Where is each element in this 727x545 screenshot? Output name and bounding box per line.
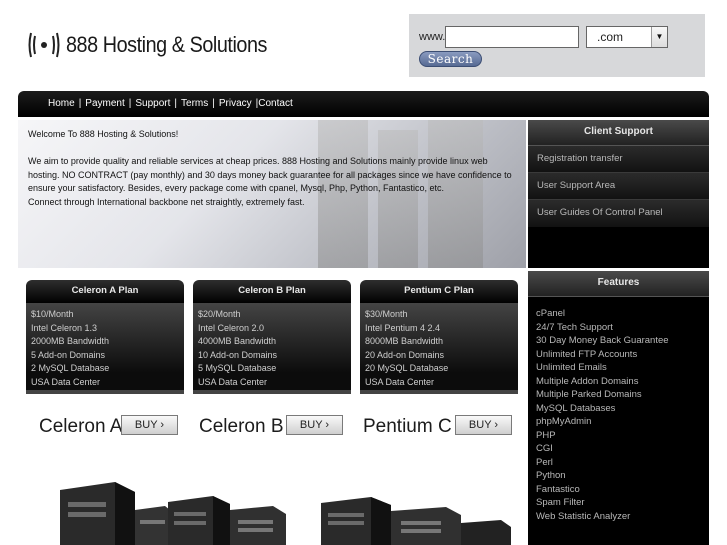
welcome-title: Welcome To 888 Hosting & Solutions! [28,129,179,139]
features-title: Features [528,271,709,297]
header: 888 Hosting & Solutions www. .com ▼ Sear… [0,0,727,90]
domain-input[interactable] [445,26,579,48]
plan-addon-domains: 20 Add-on Domains [365,349,445,360]
search-button[interactable]: Search [419,51,482,67]
support-link-user-support-area[interactable]: User Support Area [528,173,709,200]
site-name: 888 Hosting & Solutions [66,32,267,57]
client-support-panel: Client Support Registration transfer Use… [528,120,709,268]
server-tower-image [168,496,286,545]
buy-label-pentium-c: Pentium C [363,416,452,437]
main-nav: Home | Payment | Support | Terms | Privacy |Conta… [18,91,709,117]
client-support-title: Client Support [528,120,709,146]
plan-title: Celeron B Plan [193,280,351,303]
feature-item: 30 Day Money Back Guarantee [536,335,669,346]
welcome-paragraph: Connect through International backbone n… [28,196,305,207]
plan-bandwidth: 8000MB Bandwidth [365,336,444,347]
feature-item: CGI [536,443,553,454]
feature-item: Multiple Parked Domains [536,389,642,400]
plan-bandwidth: 2000MB Bandwidth [31,336,110,347]
feature-item: Spam Filter [536,497,585,508]
domain-search-panel: www. .com ▼ Search [409,14,705,77]
welcome-panel: Welcome To 888 Hosting & Solutions! We a… [18,120,526,268]
dropdown-arrow-icon: ▼ [651,27,667,47]
server-tower-image [321,497,511,545]
nav-privacy[interactable]: Privacy [219,98,252,109]
logo[interactable]: 888 Hosting & Solutions [28,30,289,60]
www-label: www. [419,31,446,43]
plan-price: $20/Month [198,309,241,319]
feature-item: Fantastico [536,483,580,495]
plan-databases: 5 MySQL Database [198,363,277,374]
signal-logo-icon [28,32,60,58]
plan-cpu: Intel Celeron 2.0 [198,322,265,333]
arrow-right-icon: › [325,419,330,431]
nav-terms[interactable]: Terms [181,98,208,109]
nav-separator: | [212,98,215,109]
feature-item: cPanel [536,308,566,319]
plan-addon-domains: 10 Add-on Domains [198,349,278,360]
arrow-right-icon: › [160,419,165,431]
plan-data-center: USA Data Center [365,376,435,387]
plan-databases: 20 MySQL Database [365,363,449,374]
plan-title: Pentium C Plan [360,280,518,303]
plan-data-center: USA Data Center [198,376,268,387]
feature-list: cPanel 24/7 Tech Support 30 Day Money Ba… [528,297,709,523]
plan-details: $10/Month Intel Celeron 1.3 2000MB Bandw… [26,303,184,394]
arrow-right-icon: › [494,419,499,431]
nav-separator: | [174,98,178,109]
nav-home[interactable]: Home [48,98,75,109]
buy-button-label: BUY [468,419,492,431]
plan-bandwidth: 4000MB Bandwidth [198,336,277,347]
plan-databases: 2 MySQL Database [31,363,110,374]
welcome-text: We aim to provide quality and reliable s… [28,155,520,209]
features-panel: Features cPanel 24/7 Tech Support 30 Day… [528,271,709,545]
feature-item: 24/7 Tech Support [536,321,613,333]
server-tower-image [60,482,175,545]
feature-item: Web Statistic Analyzer [536,510,631,522]
plan-cpu: Intel Pentium 4 2.4 [365,322,441,333]
nav-payment[interactable]: Payment [85,98,124,109]
feature-item: Multiple Addon Domains [536,375,639,387]
plan-card-pentium-c: Pentium C Plan $30/Month Intel Pentium 4… [360,280,518,394]
feature-item: Python [536,470,566,481]
plan-price: $10/Month [31,309,74,319]
plan-cpu: Intel Celeron 1.3 [31,322,98,333]
nav-separator: | [128,98,132,109]
buy-button-pentium-c[interactable]: BUY › [455,415,512,435]
plan-price: $30/Month [365,309,408,319]
nav-contact[interactable]: Contact [258,98,292,109]
plan-details: $20/Month Intel Celeron 2.0 4000MB Bandw… [193,303,351,394]
feature-item: PHP [536,429,556,441]
feature-item: MySQL Databases [536,402,616,414]
tld-selected-value: .com [597,30,624,44]
support-link-control-panel-guides[interactable]: User Guides Of Control Panel [528,200,709,227]
plan-card-celeron-b: Celeron B Plan $20/Month Intel Celeron 2… [193,280,351,394]
nav-separator: | [78,98,82,109]
nav-support[interactable]: Support [135,98,170,109]
buy-button-label: BUY [134,419,158,431]
plan-addon-domains: 5 Add-on Domains [31,349,106,360]
plan-title: Celeron A Plan [26,280,184,303]
buy-label-celeron-b: Celeron B [199,416,284,437]
plan-data-center: USA Data Center [31,376,101,387]
buy-button-label: BUY [299,419,323,431]
buy-button-celeron-a[interactable]: BUY › [121,415,178,435]
feature-item: Perl [536,456,553,468]
plans-area: Celeron A Plan $10/Month Intel Celeron 1… [18,270,526,545]
feature-item: phpMyAdmin [536,416,592,427]
feature-item: Unlimited Emails [536,362,607,373]
buy-label-celeron-a: Celeron A [39,416,123,437]
welcome-paragraph: We aim to provide quality and reliable s… [28,156,512,194]
feature-item: Unlimited FTP Accounts [536,348,638,360]
plan-details: $30/Month Intel Pentium 4 2.4 8000MB Ban… [360,303,518,394]
tld-select[interactable]: .com ▼ [586,26,668,48]
support-link-registration-transfer[interactable]: Registration transfer [528,146,709,173]
plan-card-celeron-a: Celeron A Plan $10/Month Intel Celeron 1… [26,280,184,394]
buy-button-celeron-b[interactable]: BUY › [286,415,343,435]
